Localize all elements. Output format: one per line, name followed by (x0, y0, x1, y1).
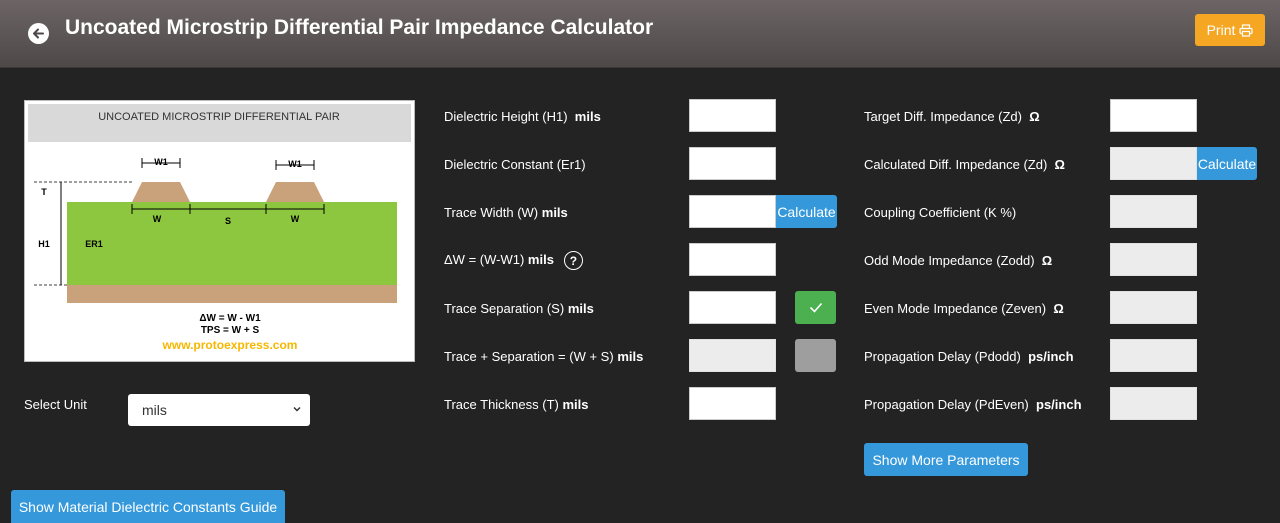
label-trace-thickness: Trace Thickness (T) mils (444, 397, 589, 412)
label-propagation-delay-even: Propagation Delay (PdEven) ps/inch (864, 397, 1082, 412)
target-diff-impedance-input[interactable] (1110, 99, 1197, 132)
label-trace-width: Trace Width (W) mils (444, 205, 568, 220)
label-propagation-delay-odd: Propagation Delay (Pdodd) ps/inch (864, 349, 1074, 364)
label-dielectric-height: Dielectric Height (H1) mils (444, 109, 601, 124)
back-arrow-icon[interactable] (28, 23, 49, 44)
diagram-label-w1b: W1 (288, 159, 302, 169)
label-dielectric-constant: Dielectric Constant (Er1) (444, 157, 586, 172)
odd-mode-impedance-output (1110, 243, 1197, 276)
check-icon (809, 302, 822, 313)
unit-select[interactable]: mils (128, 394, 310, 426)
trace-separation-input[interactable] (689, 291, 776, 324)
delta-w-input[interactable] (689, 243, 776, 276)
show-more-parameters-button[interactable]: Show More Parameters (864, 443, 1028, 476)
diagram-label-w1: W1 (154, 157, 168, 167)
even-mode-impedance-output (1110, 291, 1197, 324)
trace-thickness-input[interactable] (689, 387, 776, 420)
diagram-panel: UNCOATED MICROSTRIP DIFFERENTIAL PAIR W1… (24, 100, 415, 362)
microstrip-diagram: UNCOATED MICROSTRIP DIFFERENTIAL PAIR W1… (28, 104, 411, 352)
print-button[interactable]: Print (1195, 14, 1265, 46)
coupling-coefficient-output (1110, 195, 1197, 228)
dielectric-height-input[interactable] (689, 99, 776, 132)
header-bar: Uncoated Microstrip Differential Pair Im… (0, 0, 1280, 68)
help-icon[interactable]: ? (563, 251, 583, 270)
propagation-delay-odd-output (1110, 339, 1197, 372)
confirm-separation-button[interactable] (795, 291, 836, 324)
select-unit-label: Select Unit (24, 397, 87, 412)
dielectric-constant-input[interactable] (689, 147, 776, 180)
label-calculated-diff-impedance: Calculated Diff. Impedance (Zd) Ω (864, 157, 1065, 172)
diagram-label-w: W (153, 214, 162, 224)
trace-width-input[interactable] (689, 195, 776, 228)
diagram-label-er1: ER1 (85, 239, 103, 249)
label-trace-separation: Trace Separation (S) mils (444, 301, 594, 316)
calculate-impedance-button[interactable]: Calculate (1197, 147, 1257, 180)
diagram-heading: UNCOATED MICROSTRIP DIFFERENTIAL PAIR (98, 111, 340, 123)
label-odd-mode-impedance: Odd Mode Impedance (Zodd) Ω (864, 253, 1053, 268)
label-target-diff-impedance: Target Diff. Impedance (Zd) Ω (864, 109, 1040, 124)
material-guide-button[interactable]: Show Material Dielectric Constants Guide (11, 490, 285, 523)
diagram-label-s: S (225, 216, 231, 226)
diagram-formula-dw: ΔW = W - W1 (199, 313, 261, 324)
trace-plus-separation-output (689, 339, 776, 372)
diagram-label-h1: H1 (38, 239, 50, 249)
print-button-label: Print (1206, 22, 1236, 38)
page-title: Uncoated Microstrip Differential Pair Im… (65, 16, 654, 39)
label-delta-w: ΔW = (W-W1) mils? (444, 251, 583, 270)
diagram-label-w-2: W (291, 214, 300, 224)
calculate-trace-width-button[interactable]: Calculate (776, 195, 837, 228)
chevron-down-icon (293, 406, 301, 412)
propagation-delay-even-output (1110, 387, 1197, 420)
label-coupling-coefficient: Coupling Coefficient (K %) (864, 205, 1017, 220)
label-even-mode-impedance: Even Mode Impedance (Zeven) Ω (864, 301, 1064, 316)
disabled-action-button[interactable] (795, 339, 836, 372)
unit-select-value: mils (142, 402, 167, 418)
label-trace-plus-separation: Trace + Separation = (W + S) mils (444, 349, 644, 364)
calculated-diff-impedance-output (1110, 147, 1197, 180)
diagram-label-t: T (41, 187, 47, 197)
printer-icon (1239, 23, 1253, 37)
diagram-formula-tps: TPS = W + S (201, 325, 260, 336)
diagram-website: www.protoexpress.com (162, 338, 298, 352)
